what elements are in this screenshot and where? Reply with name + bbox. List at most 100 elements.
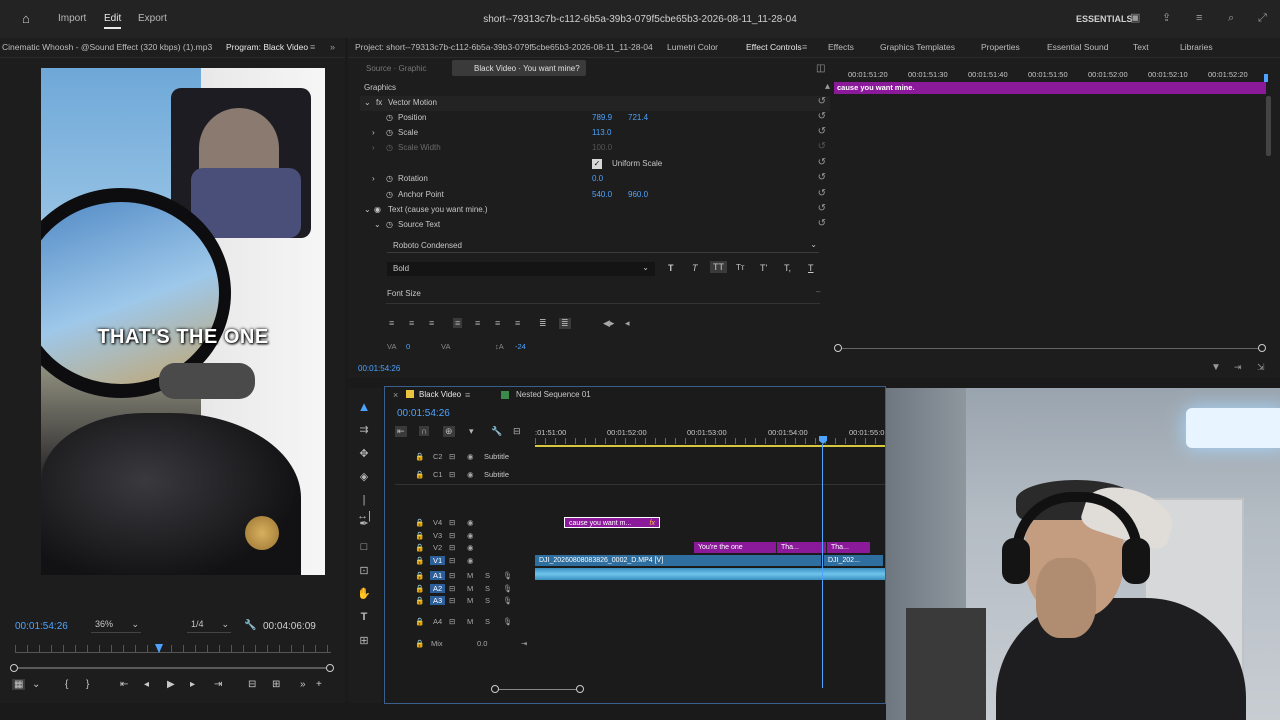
sync-icon[interactable]: ⊟ xyxy=(449,584,455,593)
ec-scrollbar[interactable] xyxy=(1266,96,1271,156)
sync-icon[interactable]: ⊟ xyxy=(449,617,455,626)
workspace-label[interactable]: ESSENTIALS xyxy=(1076,14,1133,24)
lock-icon[interactable]: 🔒 xyxy=(415,452,424,461)
resolution-select[interactable]: 1/4 ⌄ xyxy=(187,619,231,633)
cursor-icon[interactable]: ⊡ xyxy=(356,563,372,579)
clip-name-tab[interactable]: Black Video · You want mine? xyxy=(452,60,586,76)
type-tool-icon[interactable]: T xyxy=(356,609,372,625)
mark-out-icon[interactable]: } xyxy=(86,679,89,690)
razor-tool-icon[interactable]: ◈ xyxy=(356,469,372,485)
v1-clip-dji[interactable]: DJI_20260808083826_0002_D.MP4 [V] xyxy=(535,555,821,566)
timeline-timecode[interactable]: 00:01:54:26 xyxy=(397,408,450,419)
kerning-value[interactable]: -24 xyxy=(515,342,526,351)
selection-tool-icon[interactable]: ▲ xyxy=(356,399,372,415)
timeline-zoom-bar[interactable] xyxy=(495,689,580,690)
rotation-value[interactable]: 0.0 xyxy=(592,174,603,183)
underline-icon[interactable]: T xyxy=(808,263,814,273)
pen-tool-icon[interactable]: ✒ xyxy=(356,516,372,532)
graphic-clip[interactable]: cause you want m... fx xyxy=(564,517,660,528)
lock-icon[interactable]: 🔒 xyxy=(415,470,424,479)
subscript-icon[interactable]: T, xyxy=(784,263,791,273)
ec-zoom-bar[interactable] xyxy=(840,348,1264,349)
align-left-icon[interactable]: ≡ xyxy=(389,318,394,328)
captions-icon[interactable]: ⊟ xyxy=(513,426,521,437)
tab-program[interactable]: Program: Black Video xyxy=(226,42,308,52)
zoom-handle-right[interactable] xyxy=(326,664,334,672)
snap-icon[interactable]: ⇤ xyxy=(395,426,407,437)
sync-icon[interactable]: ⊟ xyxy=(449,543,455,552)
mic-icon[interactable]: 🎙 xyxy=(503,596,513,605)
settings-out-icon[interactable]: ⇲ xyxy=(1257,362,1265,373)
more-controls-icon[interactable]: » xyxy=(300,679,306,690)
tab-source[interactable]: Cinematic Whoosh - @Sound Effect (320 kb… xyxy=(2,42,217,52)
toggle-timeline-icon[interactable]: ◫ xyxy=(816,63,825,74)
anchor-x[interactable]: 540.0 xyxy=(592,190,612,199)
solo-icon[interactable]: S xyxy=(485,584,490,593)
settings-chevron-icon[interactable]: ⌄ xyxy=(32,679,40,690)
tab-text[interactable]: Text xyxy=(1133,42,1149,52)
magnet-icon[interactable]: ∩ xyxy=(419,426,430,436)
wrench-icon[interactable]: 🔧 xyxy=(244,620,256,631)
linked-selection-icon[interactable]: ⊕ xyxy=(443,426,455,437)
align-center-icon[interactable]: ≡ xyxy=(409,318,414,328)
visibility-icon[interactable]: ◉ xyxy=(374,205,381,214)
expand-scale-icon[interactable]: › xyxy=(372,128,375,137)
center-align-icon[interactable]: ≣ xyxy=(559,318,571,329)
mic-icon[interactable]: 🎙 xyxy=(503,571,513,580)
reset-rotation-icon[interactable]: ↺ xyxy=(818,172,826,183)
expand-scale-width-icon[interactable]: › xyxy=(372,143,375,152)
hand-tool-icon[interactable]: ✋ xyxy=(356,586,372,602)
effect-timecode[interactable]: 00:01:54:26 xyxy=(358,364,400,373)
ripple-edit-icon[interactable]: ✥ xyxy=(356,446,372,462)
panel-icon[interactable]: ▣ xyxy=(1130,13,1140,24)
v2-clip-tha-2[interactable]: Tha... xyxy=(826,542,870,553)
mic-icon[interactable]: 🎙 xyxy=(503,617,513,626)
ec-zoom-handle-right[interactable] xyxy=(1258,344,1266,352)
ec-ruler[interactable]: 00:01:51:20 00:01:51:30 00:01:51:40 00:0… xyxy=(834,60,1274,79)
go-to-in-icon[interactable]: ⇤ xyxy=(120,679,128,690)
source-graphic-tab[interactable]: Source · Graphic xyxy=(366,64,426,73)
sync-icon[interactable]: ⊟ xyxy=(449,518,455,527)
search-icon[interactable]: ⌕ xyxy=(1228,13,1234,24)
tab-effects[interactable]: Effects xyxy=(828,42,854,52)
mute-icon[interactable]: M xyxy=(467,617,473,626)
lock-icon[interactable]: 🔒 xyxy=(415,531,424,540)
scale-value[interactable]: 113.0 xyxy=(592,128,611,137)
export-frame-icon[interactable]: ⇥ xyxy=(1234,362,1242,373)
track-label[interactable]: V1 xyxy=(430,556,446,565)
rectangle-tool-icon[interactable]: □ xyxy=(356,539,372,555)
extract-icon[interactable]: ⊞ xyxy=(272,679,280,690)
audio-icon[interactable]: ◂ xyxy=(625,318,630,329)
zoom-handle-left[interactable] xyxy=(10,664,18,672)
program-zoom-bar[interactable] xyxy=(14,667,331,669)
reset-scale-icon[interactable]: ↺ xyxy=(818,126,826,137)
ec-zoom-handle-left[interactable] xyxy=(834,344,842,352)
collapse-source-text-icon[interactable]: ⌄ xyxy=(374,220,381,229)
stopwatch-icon[interactable]: ◷ xyxy=(386,128,393,137)
mute-icon[interactable]: M xyxy=(467,584,473,593)
slip-tool-icon[interactable]: |↔| xyxy=(356,492,372,522)
mix-value[interactable]: 0.0 xyxy=(477,639,487,648)
sync-icon[interactable]: ⊟ xyxy=(449,596,455,605)
close-tab-icon[interactable]: × xyxy=(393,390,398,401)
bold-text-icon[interactable]: T xyxy=(668,263,674,273)
sync-icon[interactable]: ⊟ xyxy=(449,452,455,461)
lock-icon[interactable]: 🔒 xyxy=(415,518,424,527)
reset-text-icon[interactable]: ↺ xyxy=(818,203,826,214)
eye-icon[interactable]: ◉ xyxy=(467,556,474,565)
share-icon[interactable]: ⇪ xyxy=(1162,13,1171,24)
add-marker-icon[interactable]: ▾ xyxy=(469,426,474,437)
stopwatch-icon[interactable]: ◷ xyxy=(386,113,393,122)
panel-menu-icon[interactable]: ≡ xyxy=(310,42,315,53)
solo-icon[interactable]: S xyxy=(485,596,490,605)
font-style-select[interactable]: Bold ⌄ xyxy=(387,262,655,276)
timeline-zoom-handle-left[interactable] xyxy=(491,685,499,693)
lock-icon[interactable]: 🔒 xyxy=(415,543,424,552)
timeline-zoom-handle-right[interactable] xyxy=(576,685,584,693)
reset-scale-width-icon[interactable]: ↺ xyxy=(818,141,826,152)
mix-end-icon[interactable]: ⇥ xyxy=(521,639,527,648)
program-ruler[interactable] xyxy=(15,645,331,653)
fullscreen-icon[interactable]: ⤢ xyxy=(1258,13,1267,24)
tracking-value[interactable]: 0 xyxy=(406,342,410,351)
sync-icon[interactable]: ⊟ xyxy=(449,531,455,540)
